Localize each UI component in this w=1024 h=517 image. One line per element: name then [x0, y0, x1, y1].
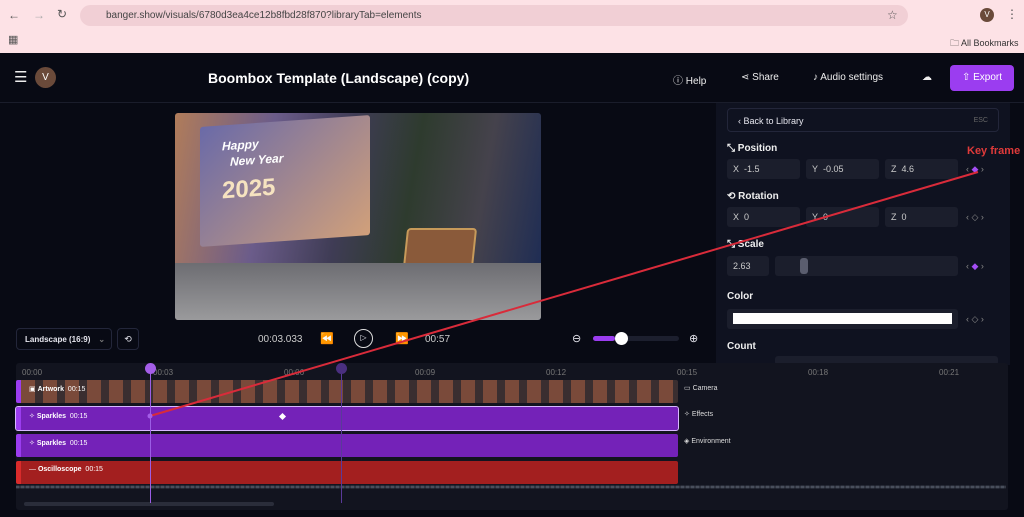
- keyframe-dot: [147, 413, 153, 419]
- annotation-arrow-line: [149, 171, 979, 417]
- annotation-overlay: [147, 171, 979, 419]
- keyframe-annotation-label: Key frame: [967, 145, 1021, 157]
